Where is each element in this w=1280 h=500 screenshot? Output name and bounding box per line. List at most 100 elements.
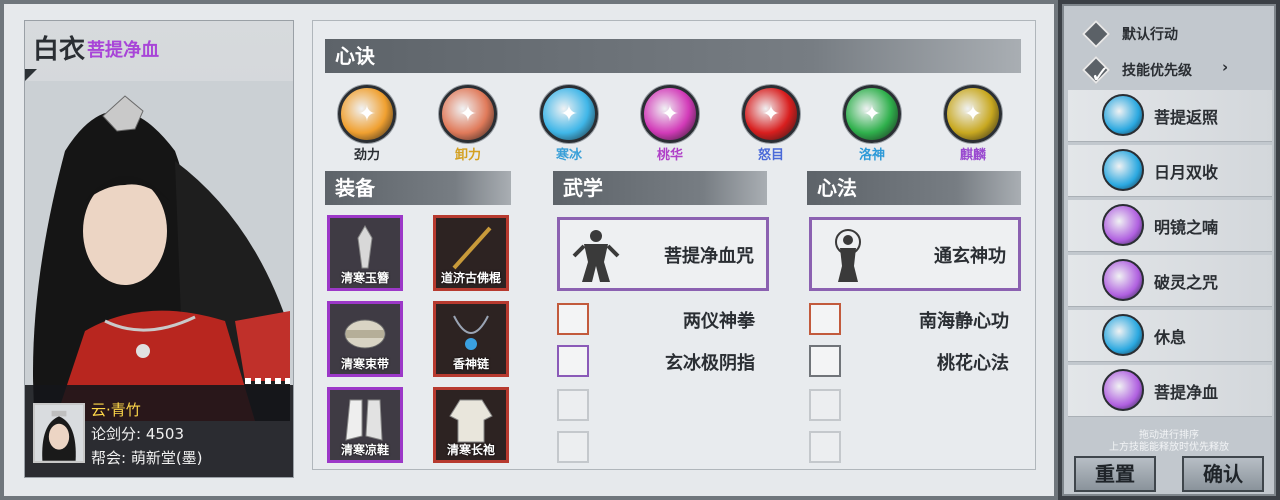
priority-label: 破灵之咒: [1154, 273, 1219, 292]
character-panel: 白衣 菩提净血 云·青竹 论剑分: 4503 帮会: 萌新堂(墨): [24, 20, 294, 478]
equip-label: 清寒束带: [340, 357, 389, 371]
default-action-toggle[interactable]: 默认行动: [1081, 19, 1272, 49]
meditation-figure-icon: [835, 229, 861, 282]
priority-label: 明镜之喃: [1154, 218, 1219, 237]
xinjue-label: 桃华: [656, 148, 683, 163]
confirm-button[interactable]: 确认: [1182, 456, 1264, 492]
xinjue-item[interactable]: ✦ 劲力: [335, 85, 399, 163]
martial-art-slot-2[interactable]: [557, 345, 589, 377]
equip-label: 香神链: [452, 357, 489, 371]
xinjue-item[interactable]: ✦ 卸力: [436, 85, 500, 163]
xinjue-label: 麒麟: [959, 148, 986, 163]
section-header-inner-arts: 心法: [807, 171, 1021, 205]
equip-label: 清寒玉簪: [340, 271, 389, 285]
xinjue-item[interactable]: ✦ 桃华: [638, 85, 702, 163]
rage-icon: ✦: [742, 85, 800, 143]
character-name: 白衣: [33, 35, 86, 65]
equip-slot-boots[interactable]: 清寒凉鞋: [327, 387, 403, 463]
qilin-icon: ✦: [944, 85, 1002, 143]
skill-icon: [1102, 94, 1144, 136]
equip-slot-hairpin[interactable]: 清寒玉簪: [327, 215, 403, 291]
equip-label: 清寒凉鞋: [340, 443, 389, 457]
skill-icon: [1102, 149, 1144, 191]
xinjue-label: 洛神: [858, 148, 885, 163]
martial-art-label-1: 两仪神拳: [683, 311, 755, 332]
action-priority-panel: 默认行动 ✓ 技能优先级 › 菩提返照 日月双收 明镜之喃 破灵之咒 休息 菩提净血 拖动…: [1062, 4, 1276, 496]
character-title: 菩提净血: [87, 40, 159, 61]
loadout-panel: 心诀 ✦ 劲力 ✦ 卸力 ✦ 寒冰 ✦ 桃华 ✦ 怒目 ✦ 洛神 ✦ 麒麟 装备 武学 心法 清寒玉簪 道…: [312, 20, 1036, 470]
inner-art-main-label: 通玄神功: [934, 246, 1006, 267]
priority-label: 菩提净血: [1154, 383, 1219, 402]
inner-art-main-slot[interactable]: 通玄神功: [809, 217, 1021, 291]
equip-slot-robe[interactable]: 清寒长袍: [433, 387, 509, 463]
equip-label: 清寒长袍: [446, 443, 495, 457]
spiral-icon: ✦: [439, 85, 497, 143]
chevron-right-icon: ›: [1222, 58, 1229, 76]
character-portrait: [25, 81, 293, 421]
priority-item[interactable]: 日月双收: [1068, 145, 1272, 197]
xinjue-item[interactable]: ✦ 怒目: [739, 85, 803, 163]
priority-item[interactable]: 菩提净血: [1068, 365, 1272, 417]
player-avatar[interactable]: [33, 403, 85, 463]
equip-slot-necklace[interactable]: 香神链: [433, 301, 509, 377]
staff-icon: [452, 226, 492, 270]
corner-marker: [25, 69, 37, 81]
xinjue-label: 卸力: [454, 148, 481, 163]
checked-diamond-icon: ✓: [1081, 55, 1110, 88]
inner-art-slot-empty[interactable]: [809, 431, 841, 463]
priority-item[interactable]: 休息: [1068, 310, 1272, 362]
xinjue-item[interactable]: ✦ 寒冰: [537, 85, 601, 163]
section-header-martial-arts: 武学: [553, 171, 767, 205]
skill-icon: [1102, 259, 1144, 301]
diamond-checkbox-icon: [1081, 19, 1111, 49]
priority-item[interactable]: 明镜之喃: [1068, 200, 1272, 252]
inner-art-slot-empty[interactable]: [809, 389, 841, 421]
equip-slot-staff[interactable]: 道济古佛棍: [433, 215, 509, 291]
xinjue-item[interactable]: ✦ 洛神: [840, 85, 904, 163]
inner-art-slot-2[interactable]: [809, 345, 841, 377]
player-score: 论剑分: 4503: [91, 425, 184, 443]
hairpin-icon: [357, 225, 373, 269]
priority-label: 菩提返照: [1154, 108, 1219, 127]
inner-art-label-1: 南海静心功: [919, 311, 1009, 332]
xinjue-item[interactable]: ✦ 麒麟: [941, 85, 1005, 163]
inner-art-slot-1[interactable]: [809, 303, 841, 335]
dancer-icon: ✦: [843, 85, 901, 143]
reset-button[interactable]: 重置: [1074, 456, 1156, 492]
priority-item[interactable]: 菩提返照: [1068, 90, 1272, 142]
skill-priority-toggle[interactable]: ✓ 技能优先级 ›: [1081, 55, 1272, 88]
player-info-box: 云·青竹 论剑分: 4503 帮会: 萌新堂(墨): [25, 385, 293, 477]
necklace-icon: [453, 315, 489, 350]
section-header-xinjue: 心诀: [325, 39, 1021, 73]
default-action-label: 默认行动: [1122, 27, 1178, 43]
martial-art-slot-1[interactable]: [557, 303, 589, 335]
martial-art-main-label: 菩提净血咒: [664, 246, 754, 267]
xinjue-label: 怒目: [757, 148, 784, 163]
martial-art-slot-empty[interactable]: [557, 389, 589, 421]
monk-figure-icon: [572, 230, 620, 282]
ice-crystal-icon: ✦: [540, 85, 598, 143]
priority-item[interactable]: 破灵之咒: [1068, 255, 1272, 307]
section-header-equipment: 装备: [325, 171, 511, 205]
robe-icon: [449, 399, 493, 443]
equip-label: 道济古佛棍: [440, 271, 501, 285]
player-guild: 帮会: 萌新堂(墨): [91, 449, 203, 467]
skill-icon: [1102, 204, 1144, 246]
skill-priority-label: 技能优先级: [1122, 63, 1192, 79]
skill-icon: [1102, 369, 1144, 411]
priority-label: 日月双收: [1154, 163, 1219, 182]
martial-art-main-slot[interactable]: 菩提净血咒: [557, 217, 769, 291]
xinjue-label: 寒冰: [555, 148, 582, 163]
skill-icon: [1102, 314, 1144, 356]
strike-figure-icon: ✦: [338, 85, 396, 143]
inner-art-label-2: 桃花心法: [937, 353, 1009, 374]
belt-icon: [344, 319, 386, 349]
martial-art-label-2: 玄冰极阴指: [665, 353, 755, 374]
boots-icon: [345, 399, 383, 441]
blossom-icon: ✦: [641, 85, 699, 143]
priority-label: 休息: [1154, 328, 1187, 347]
priority-list: 菩提返照日月双收明镜之喃破灵之咒休息菩提净血: [1068, 90, 1272, 424]
xinjue-label: 劲力: [353, 148, 380, 163]
martial-art-slot-empty[interactable]: [557, 431, 589, 463]
equip-slot-belt[interactable]: 清寒束带: [327, 301, 403, 377]
